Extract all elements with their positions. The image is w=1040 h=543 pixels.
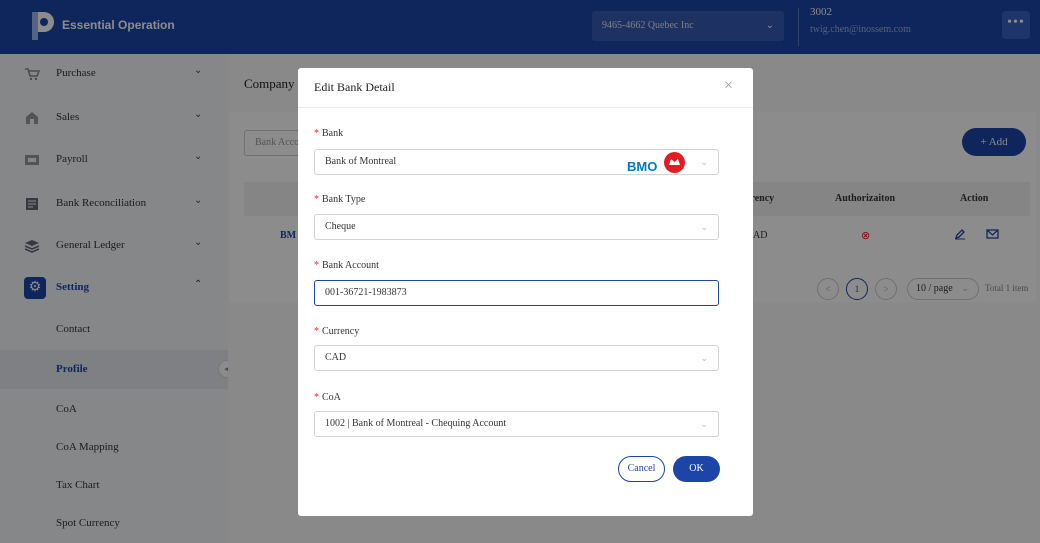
currency-label-text: Currency xyxy=(322,326,360,337)
required-mark: * xyxy=(314,194,319,205)
bank-type-label-text: Bank Type xyxy=(322,194,366,205)
bank-account-label-text: Bank Account xyxy=(322,260,379,271)
bank-select-value: Bank of Montreal xyxy=(325,156,397,167)
coa-select[interactable]: 1002 | Bank of Montreal - Chequing Accou… xyxy=(314,411,719,437)
chevron-down-icon: ⌄ xyxy=(700,419,708,429)
bmo-roundel-icon xyxy=(664,152,685,173)
coa-select-value: 1002 | Bank of Montreal - Chequing Accou… xyxy=(325,418,507,429)
required-mark: * xyxy=(314,260,319,271)
bank-account-input[interactable]: 001-36721-1983873 xyxy=(314,280,719,306)
bank-account-label: * Bank Account xyxy=(314,260,379,271)
chevron-down-icon: ⌄ xyxy=(700,353,708,363)
currency-label: * Currency xyxy=(314,326,359,337)
chevron-down-icon: ⌄ xyxy=(700,157,708,167)
bank-type-select[interactable]: Cheque ⌄ xyxy=(314,214,719,240)
edit-bank-detail-modal: Edit Bank Detail × * Bank Bank of Montrea… xyxy=(298,68,753,516)
required-mark: * xyxy=(314,128,319,139)
bank-label-text: Bank xyxy=(322,128,344,139)
required-mark: * xyxy=(314,326,319,337)
bank-select[interactable]: Bank of Montreal BMO ⌄ xyxy=(314,149,719,175)
coa-label: * CoA xyxy=(314,392,341,403)
modal-title: Edit Bank Detail xyxy=(314,80,395,94)
close-icon[interactable]: × xyxy=(724,77,733,95)
required-mark: * xyxy=(314,392,319,403)
ok-button[interactable]: OK xyxy=(673,456,720,482)
bank-account-input-value: 001-36721-1983873 xyxy=(325,287,407,298)
bank-type-label: * Bank Type xyxy=(314,194,365,205)
bank-label: * Bank xyxy=(314,128,343,139)
coa-label-text: CoA xyxy=(322,392,341,403)
modal-header: Edit Bank Detail × xyxy=(298,68,753,108)
cancel-button[interactable]: Cancel xyxy=(618,456,665,482)
chevron-down-icon: ⌄ xyxy=(700,222,708,232)
bmo-logo-text: BMO xyxy=(627,159,658,174)
currency-select-value: CAD xyxy=(325,352,347,363)
currency-select[interactable]: CAD ⌄ xyxy=(314,345,719,371)
bank-type-select-value: Cheque xyxy=(325,221,356,232)
